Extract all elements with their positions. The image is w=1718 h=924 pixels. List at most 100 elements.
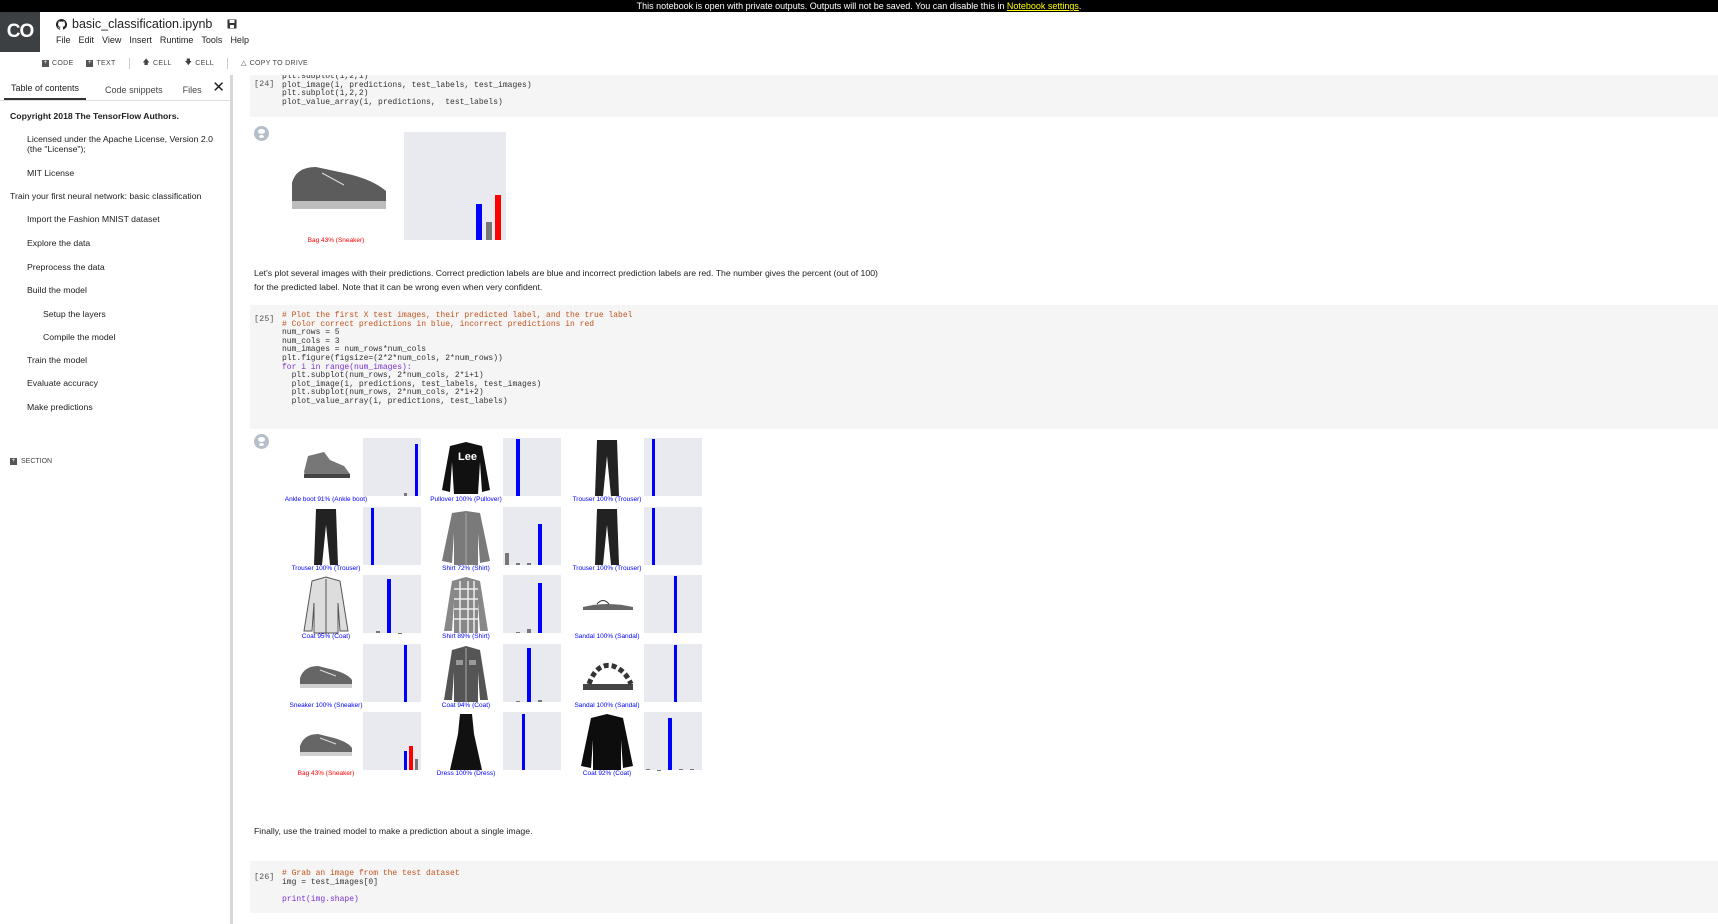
prediction-label: Dress 100% (Dress) [436, 770, 496, 778]
menu-edit[interactable]: Edit [79, 35, 95, 45]
menu-file[interactable]: File [56, 35, 71, 45]
probability-bar-chart [363, 506, 421, 565]
toc-item-label: Licensed under the Apache License, Versi… [27, 134, 213, 144]
probability-bar [403, 644, 408, 702]
move-cell-down-button[interactable]: 🡇 CELL [185, 58, 214, 69]
probability-bar [398, 632, 402, 634]
output-options-icon[interactable] [254, 434, 269, 449]
toc-item[interactable]: Setup the layers [43, 309, 106, 319]
code-editor[interactable]: plt.subplot(1,2,1) plot_image(i, predicti… [282, 75, 532, 107]
toc-item[interactable]: Build the model [27, 285, 87, 295]
trouser-image [595, 440, 619, 496]
toc-item-label: Make predictions [27, 402, 93, 412]
menu-tools[interactable]: Tools [201, 35, 222, 45]
markdown-cell[interactable]: Let's plot several images with their pre… [254, 266, 878, 294]
copy-to-drive-button[interactable]: △ COPY TO DRIVE [240, 59, 308, 68]
menu-view[interactable]: View [102, 35, 121, 45]
probability-bar [376, 630, 380, 634]
toc-item-label: Train the model [27, 355, 88, 365]
toc-item[interactable]: MIT License [27, 168, 74, 178]
dress-image [450, 714, 482, 771]
toc-item-label: Build the model [27, 285, 87, 295]
boot-image [304, 452, 350, 478]
notebook-filename[interactable]: basic_classification.ipynb [72, 17, 212, 31]
sneaker-image [300, 734, 352, 757]
toc-item-label: Import the Fashion MNIST dataset [27, 214, 160, 224]
toc-item[interactable]: Preprocess the data [27, 262, 105, 272]
code-cell-25[interactable]: [25] # Plot the first X test images, the… [250, 305, 1718, 429]
toc-item-label: Compile the model [43, 332, 116, 342]
coat2-image [581, 714, 633, 771]
sneaker-image [300, 665, 352, 688]
prediction-label: Pullover 100% (Pullover) [430, 496, 502, 503]
probability-bar-chart [363, 438, 421, 496]
toc-item-label: Train your first neural network: basic c… [10, 191, 202, 201]
probability-bar [414, 759, 419, 771]
toc-item[interactable]: Evaluate accuracy [27, 378, 98, 388]
probability-bar [690, 769, 694, 771]
menu-help[interactable]: Help [230, 35, 249, 45]
prediction-label: Trouser 100% (Trouser) [572, 496, 642, 503]
toc-item[interactable]: Import the Fashion MNIST dataset [27, 214, 160, 224]
probability-bar [516, 563, 520, 565]
tab-table-of-contents[interactable]: Table of contents [4, 83, 87, 100]
probability-bar [403, 493, 408, 496]
tab-code-snippets[interactable]: Code snippets [98, 85, 170, 100]
toolbar: + CODE + TEXT 🡅 CELL 🡇 CELL △ COPY TO DRIVE [0, 55, 1718, 71]
notebook-settings-link[interactable]: Notebook settings [1007, 1, 1079, 11]
toc-item[interactable]: Licensed under the Apache License, Versi… [27, 134, 213, 154]
toc-item-label: (the "License"); [27, 144, 86, 154]
toc-item[interactable]: Train your first neural network: basic c… [10, 191, 201, 201]
prediction-label: Coat 95% (Coat) [301, 633, 351, 641]
probability-bar [673, 576, 678, 634]
code-line: img = test_images[0] [282, 877, 379, 887]
code-editor[interactable]: # Grab an image from the test dataset img… [282, 869, 460, 904]
text-line: for the predicted label. Note that it ca… [254, 282, 543, 292]
output-options-icon[interactable] [254, 126, 269, 141]
sneaker-image [292, 167, 386, 209]
floppy-icon[interactable] [227, 19, 237, 29]
colab-logo[interactable]: CO [0, 12, 40, 52]
menu-insert[interactable]: Insert [129, 35, 152, 45]
probability-bar-chart [363, 643, 421, 702]
text-line: Finally, use the trained model to make a… [254, 826, 533, 836]
move-cell-up-button[interactable]: 🡅 CELL [143, 58, 172, 69]
toc-item-label: Copyright 2018 The TensorFlow Authors. [10, 111, 179, 121]
toc-item[interactable]: Train the model [27, 355, 87, 365]
tab-files[interactable]: Files [176, 85, 209, 100]
sandal2-image [583, 662, 634, 690]
add-section-button[interactable]: + SECTION [10, 458, 52, 465]
sandal-image [583, 600, 633, 611]
probability-bar [527, 562, 531, 565]
toc-item-label: Setup the layers [43, 309, 106, 319]
probability-bar-chart [503, 438, 561, 496]
toc-item-label: Evaluate accuracy [27, 378, 98, 388]
prediction-label: Bag 43% (Sneaker) [297, 770, 355, 778]
add-code-button[interactable]: + CODE [42, 59, 73, 67]
github-icon [56, 18, 67, 30]
prediction-label: Trouser 100% (Trouser) [572, 564, 642, 572]
drive-icon: △ [240, 60, 247, 67]
prediction-label: Coat 94% (Coat) [441, 701, 491, 709]
toc-item[interactable]: Explore the data [27, 238, 90, 248]
notebook-title: basic_classification.ipynb [56, 15, 237, 33]
markdown-cell[interactable]: Finally, use the trained model to make a… [254, 824, 532, 838]
sidebar-tabs: Table of contents Code snippets Files ✕ [0, 75, 230, 101]
code-cell-26[interactable]: [26] # Grab an image from the test datas… [250, 861, 1718, 913]
menu-runtime[interactable]: Runtime [160, 35, 194, 45]
add-text-button[interactable]: + TEXT [86, 59, 115, 67]
code-line: plot_value_array(i, predictions, test_la… [282, 396, 508, 406]
code-cell-24[interactable]: [24] plt.subplot(1,2,1) plot_image(i, pre… [250, 75, 1718, 117]
toc-item[interactable]: Compile the model [43, 332, 115, 342]
execution-count: [25] [254, 314, 275, 324]
close-icon[interactable]: ✕ [212, 78, 225, 96]
svg-text:Lee: Lee [458, 451, 477, 463]
toc-item[interactable]: Copyright 2018 The TensorFlow Authors. [10, 111, 179, 121]
execution-count: [26] [254, 872, 275, 882]
code-line: print(img.shape) [282, 894, 359, 904]
probability-bar [516, 700, 520, 702]
private-outputs-notice: This notebook is open with private outpu… [0, 0, 1718, 12]
probability-bar [370, 507, 375, 565]
code-editor[interactable]: # Plot the first X test images, their pr… [282, 311, 632, 407]
toc-item[interactable]: Make predictions [27, 402, 93, 412]
